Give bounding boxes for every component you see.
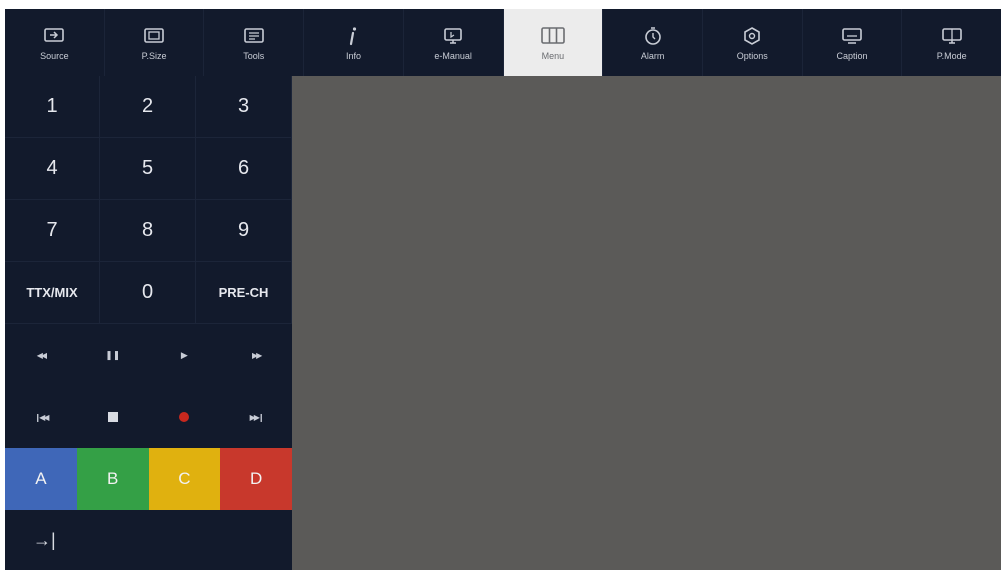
caption-icon	[839, 25, 865, 47]
pause-icon: ❚❚	[105, 349, 121, 360]
play-icon: ▶	[180, 349, 188, 360]
key-3[interactable]: 3	[196, 76, 292, 138]
alarm-icon	[640, 25, 666, 47]
media-controls: ◀◀ ❚❚ ▶ ▶▶ ❙◀◀ ▶▶❙	[5, 324, 292, 448]
toolbar-label: Alarm	[640, 50, 665, 61]
toolbar-options-button[interactable]: Options	[703, 9, 803, 76]
toolbar-label: Caption	[836, 50, 868, 61]
rewind-button[interactable]: ◀◀	[5, 324, 77, 386]
picture-mode-icon	[939, 25, 965, 47]
virtual-remote-panel: 1 2 3 4 5 6 7 8 9 TTX/MIX 0 PRE-CH ◀◀ ❚❚…	[5, 76, 292, 570]
key-8[interactable]: 8	[100, 200, 196, 262]
content-area	[292, 76, 1001, 570]
toolbar-label: Tools	[243, 50, 265, 61]
toolbar-source-button[interactable]: Source	[5, 9, 105, 76]
toolbar-info-button[interactable]: Info	[304, 9, 404, 76]
key-b-green[interactable]: B	[76, 448, 149, 510]
toolbar-caption-button[interactable]: Caption	[803, 9, 903, 76]
previous-icon: ❙◀◀	[34, 412, 49, 422]
rewind-icon: ◀◀	[36, 350, 47, 360]
toolbar-pmode-button[interactable]: P.Mode	[902, 9, 1001, 76]
toolbar-label: Source	[40, 50, 69, 61]
key-4[interactable]: 4	[5, 138, 100, 200]
key-c-yellow[interactable]: C	[148, 448, 221, 510]
toolbar-label: Info	[345, 50, 361, 61]
ttx-mix-key[interactable]: TTX/MIX	[5, 262, 100, 324]
e-manual-icon	[440, 25, 466, 47]
key-1[interactable]: 1	[5, 76, 100, 138]
tools-icon	[241, 25, 267, 47]
toolbar-tools-button[interactable]: Tools	[204, 9, 305, 76]
toolbar-label: e-Manual	[434, 50, 472, 61]
color-keys: A B C D	[5, 448, 292, 510]
next-icon: ▶▶❙	[249, 412, 265, 422]
toolbar-label: Menu	[541, 50, 565, 61]
previous-button[interactable]: ❙◀◀	[5, 386, 77, 448]
record-button[interactable]	[149, 386, 221, 448]
toolbar-label: P.Mode	[936, 50, 967, 61]
options-icon	[739, 25, 765, 47]
key-6[interactable]: 6	[196, 138, 292, 200]
pre-ch-key[interactable]: PRE-CH	[196, 262, 292, 324]
fast-forward-icon: ▶▶	[251, 350, 262, 360]
toolbar-alarm-button[interactable]: Alarm	[603, 9, 703, 76]
tv-screen: Source P.Size Tools Info e-Manual Menu A…	[5, 9, 1001, 570]
next-button[interactable]: ▶▶❙	[220, 386, 292, 448]
source-icon	[41, 25, 67, 47]
key-d-red[interactable]: D	[220, 448, 292, 510]
stop-icon	[107, 412, 118, 422]
toolbar-menu-button[interactable]: Menu	[503, 9, 604, 76]
key-2[interactable]: 2	[100, 76, 196, 138]
toolbar-label: Options	[736, 50, 768, 61]
toolbar-emanual-button[interactable]: e-Manual	[404, 9, 504, 76]
toolbar-psize-button[interactable]: P.Size	[105, 9, 205, 76]
top-toolbar: Source P.Size Tools Info e-Manual Menu A…	[5, 9, 1001, 76]
exit-icon: →|	[33, 529, 56, 550]
play-button[interactable]: ▶	[149, 324, 221, 386]
key-7[interactable]: 7	[5, 200, 100, 262]
pause-button[interactable]: ❚❚	[77, 324, 149, 386]
exit-key[interactable]: →|	[5, 510, 292, 570]
toolbar-label: P.Size	[141, 50, 167, 61]
info-icon	[340, 25, 366, 47]
menu-icon	[540, 25, 566, 47]
key-5[interactable]: 5	[100, 138, 196, 200]
stop-button[interactable]	[77, 386, 149, 448]
record-icon	[179, 412, 190, 422]
picture-size-icon	[141, 25, 167, 47]
number-keypad: 1 2 3 4 5 6 7 8 9 TTX/MIX 0 PRE-CH	[5, 76, 292, 324]
fast-forward-button[interactable]: ▶▶	[220, 324, 292, 386]
key-0[interactable]: 0	[100, 262, 196, 324]
key-a-blue[interactable]: A	[5, 448, 77, 510]
key-9[interactable]: 9	[196, 200, 292, 262]
